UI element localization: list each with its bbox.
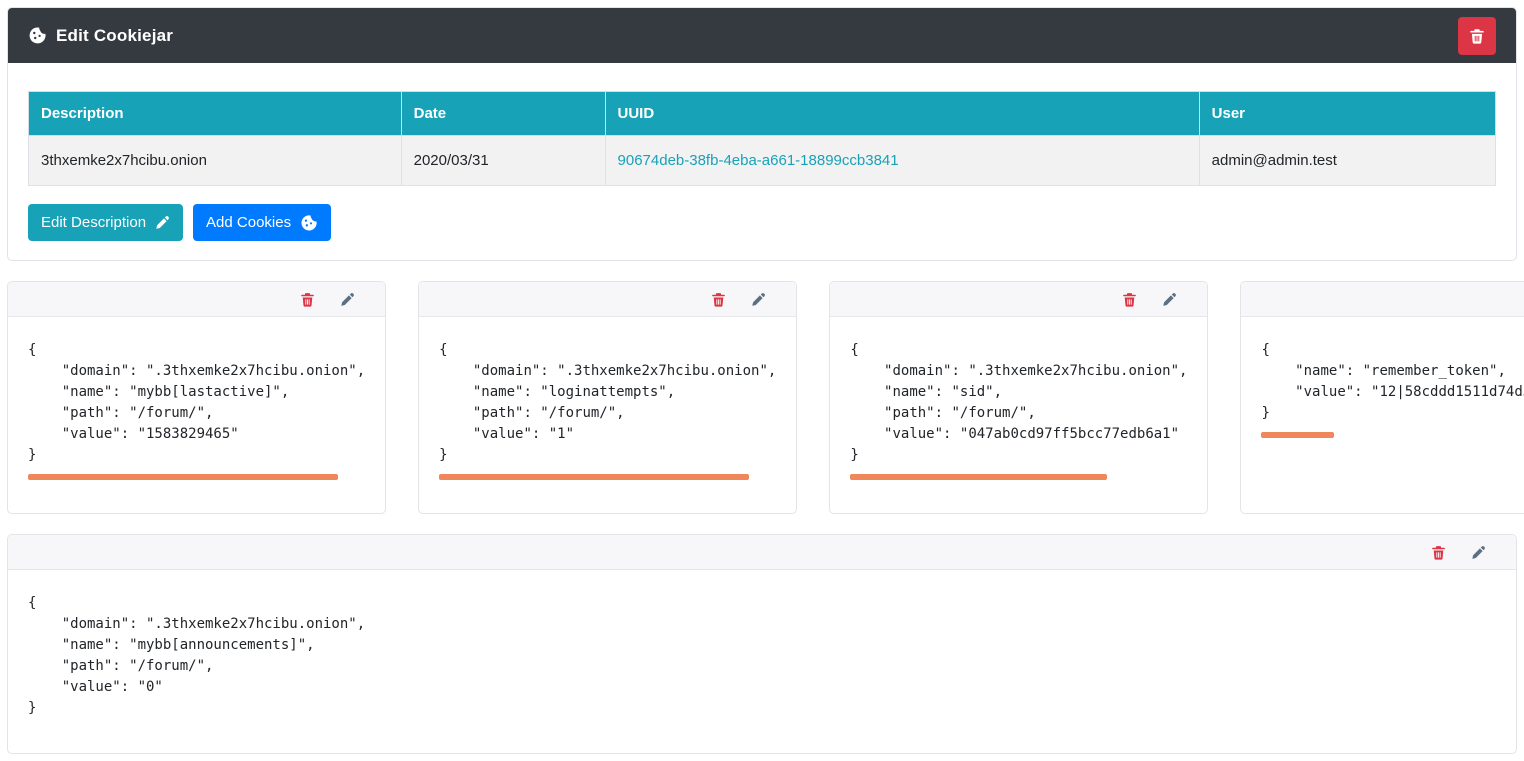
- cell-date: 2020/03/31: [401, 136, 605, 186]
- pencil-icon: [1471, 545, 1486, 560]
- cookie-card-body: { "domain": ".3thxemke2x7hcibu.onion", "…: [830, 317, 1207, 513]
- horizontal-scrollbar-thumb[interactable]: [1261, 432, 1333, 438]
- delete-cookie-button[interactable]: [711, 292, 726, 307]
- cookie-card-header: [1241, 282, 1524, 317]
- delete-cookiejar-button[interactable]: [1458, 17, 1496, 55]
- cookie-card-header: [419, 282, 796, 317]
- pencil-icon: [751, 292, 766, 307]
- page-header: Edit Cookiejar: [8, 8, 1516, 63]
- horizontal-scrollbar-thumb[interactable]: [439, 474, 749, 480]
- add-cookies-button[interactable]: Add Cookies: [193, 204, 331, 241]
- action-buttons: Edit Description Add Cookies: [28, 204, 1496, 241]
- cookie-card-body: { "domain": ".3thxemke2x7hcibu.onion", "…: [419, 317, 796, 513]
- cookie-json: { "name": "remember_token", "value": "12…: [1261, 340, 1524, 424]
- uuid-link[interactable]: 90674deb-38fb-4eba-a661-18899ccb3841: [618, 152, 899, 169]
- edit-description-label: Edit Description: [41, 214, 146, 231]
- edit-description-button[interactable]: Edit Description: [28, 204, 183, 241]
- cookie-card-header: [830, 282, 1207, 317]
- column-header-user: User: [1199, 92, 1495, 136]
- trash-icon: [1122, 292, 1137, 307]
- cell-uuid: 90674deb-38fb-4eba-a661-18899ccb3841: [605, 136, 1199, 186]
- add-cookies-label: Add Cookies: [206, 214, 291, 231]
- edit-cookie-button[interactable]: [1162, 292, 1177, 307]
- cookiejar-table: Description Date UUID User 3thxemke2x7hc…: [28, 91, 1496, 186]
- column-header-description: Description: [29, 92, 402, 136]
- cookie-card-announcements: { "domain": ".3thxemke2x7hcibu.onion", "…: [7, 534, 1517, 754]
- page-title: Edit Cookiejar: [56, 26, 173, 46]
- cookie-json: { "domain": ".3thxemke2x7hcibu.onion", "…: [28, 340, 365, 466]
- cookie-json: { "domain": ".3thxemke2x7hcibu.onion", "…: [439, 340, 776, 466]
- cookiejar-card: Edit Cookiejar Description Date UUID Use…: [7, 7, 1517, 261]
- cookie-card-body: { "domain": ".3thxemke2x7hcibu.onion", "…: [8, 317, 385, 513]
- delete-cookie-button[interactable]: [1431, 545, 1446, 560]
- cookie-bite-icon: [300, 214, 318, 232]
- pencil-icon: [340, 292, 355, 307]
- horizontal-scrollbar-thumb[interactable]: [28, 474, 338, 480]
- cell-user: admin@admin.test: [1199, 136, 1495, 186]
- trash-icon: [1469, 28, 1485, 44]
- trash-icon: [1431, 545, 1446, 560]
- edit-cookie-button[interactable]: [340, 292, 355, 307]
- cookie-bite-icon: [28, 26, 47, 45]
- cookie-card-body: { "domain": ".3thxemke2x7hcibu.onion", "…: [8, 570, 1516, 753]
- cookie-json: { "domain": ".3thxemke2x7hcibu.onion", "…: [28, 593, 1496, 719]
- cookie-card-sid: { "domain": ".3thxemke2x7hcibu.onion", "…: [829, 281, 1208, 514]
- pencil-icon: [1162, 292, 1177, 307]
- cookie-card-lastactive: { "domain": ".3thxemke2x7hcibu.onion", "…: [7, 281, 386, 514]
- trash-icon: [711, 292, 726, 307]
- horizontal-scrollbar-thumb[interactable]: [850, 474, 1106, 480]
- trash-icon: [300, 292, 315, 307]
- table-header-row: Description Date UUID User: [29, 92, 1496, 136]
- cookie-card-loginattempts: { "domain": ".3thxemke2x7hcibu.onion", "…: [418, 281, 797, 514]
- cookiejar-card-body: Description Date UUID User 3thxemke2x7hc…: [8, 63, 1516, 260]
- table-row: 3thxemke2x7hcibu.onion 2020/03/31 90674d…: [29, 136, 1496, 186]
- cookie-card-header: [8, 535, 1516, 570]
- column-header-uuid: UUID: [605, 92, 1199, 136]
- edit-cookie-button[interactable]: [1471, 545, 1486, 560]
- pencil-icon: [155, 215, 170, 230]
- delete-cookie-button[interactable]: [300, 292, 315, 307]
- column-header-date: Date: [401, 92, 605, 136]
- cookie-card-remember-token: { "name": "remember_token", "value": "12…: [1240, 281, 1524, 514]
- cookie-card-header: [8, 282, 385, 317]
- cookie-json: { "domain": ".3thxemke2x7hcibu.onion", "…: [850, 340, 1187, 466]
- delete-cookie-button[interactable]: [1122, 292, 1137, 307]
- edit-cookie-button[interactable]: [751, 292, 766, 307]
- cookie-card-body: { "name": "remember_token", "value": "12…: [1241, 317, 1524, 513]
- cookie-card-grid: { "domain": ".3thxemke2x7hcibu.onion", "…: [7, 281, 1517, 514]
- cell-description: 3thxemke2x7hcibu.onion: [29, 136, 402, 186]
- page-title-wrap: Edit Cookiejar: [28, 26, 173, 46]
